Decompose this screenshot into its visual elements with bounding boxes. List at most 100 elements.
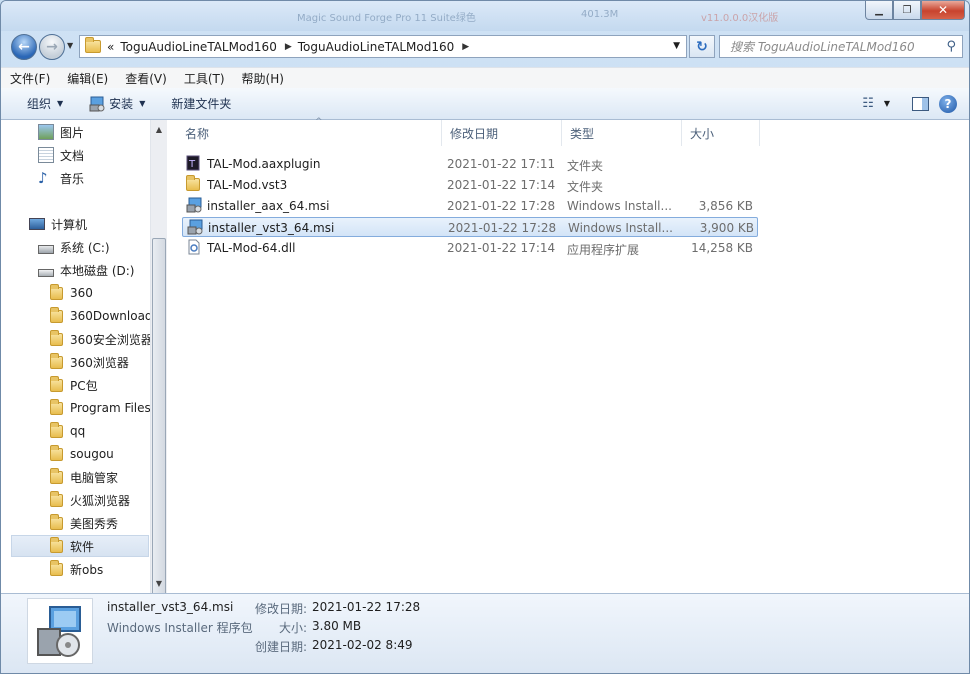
menu-help[interactable]: 帮助(H) <box>233 70 292 87</box>
file-date: 2021-01-22 17:11 <box>447 157 556 171</box>
preview-pane-icon[interactable] <box>912 96 929 111</box>
recent-pages-dropdown[interactable]: ▼ <box>67 41 73 50</box>
organize-label: 组织 <box>27 97 52 111</box>
nav-folder-item[interactable]: 电脑管家 <box>50 466 118 488</box>
nav-item-label: 计算机 <box>51 217 88 232</box>
column-header-type[interactable]: 类型 <box>562 120 682 146</box>
view-controls: ☷ ▼ ? <box>862 88 969 119</box>
nav-item-label: 系统 (C:) <box>60 240 110 255</box>
nav-item-drive-d[interactable]: 本地磁盘 (D:) <box>38 259 134 281</box>
new-folder-button[interactable]: 新建文件夹 <box>171 95 231 112</box>
nav-folder-item-selected[interactable]: 软件 <box>11 535 149 557</box>
nav-folder-item[interactable]: Program Files <box>50 397 151 419</box>
nav-item-drive-c[interactable]: 系统 (C:) <box>38 236 110 258</box>
nav-folder-item[interactable]: qq <box>50 420 85 442</box>
nav-item-computer[interactable]: 计算机 <box>29 213 87 235</box>
column-header-size[interactable]: 大小 <box>682 120 760 146</box>
folder-icon <box>50 306 63 323</box>
file-size: 14,258 KB <box>691 241 753 255</box>
menu-file[interactable]: 文件(F) <box>1 70 58 87</box>
nav-folder-item[interactable]: 360安全浏览器 <box>50 328 153 350</box>
file-row[interactable]: TAL-Mod-64.dll 2021-01-22 17:14 应用程序扩展 1… <box>182 238 758 258</box>
nav-folder-item[interactable]: 新obs <box>50 558 103 580</box>
scroll-down-icon[interactable]: ▼ <box>151 575 167 592</box>
folder-icon <box>50 421 63 438</box>
breadcrumb-current[interactable]: ToguAudioLineTALMod160 <box>298 40 454 54</box>
menu-edit[interactable]: 编辑(E) <box>58 70 116 87</box>
file-row[interactable]: installer_aax_64.msi 2021-01-22 17:28 Wi… <box>182 196 758 216</box>
minimize-button[interactable]: ▁ <box>865 1 893 20</box>
file-type: 文件夹 <box>567 159 604 173</box>
nav-item-pictures[interactable]: 图片 <box>38 121 84 143</box>
nav-folder-item[interactable]: 360 <box>50 282 93 304</box>
plugin-folder-icon: T <box>186 155 200 171</box>
maximize-button[interactable]: ❐ <box>893 1 921 20</box>
column-header-date[interactable]: 修改日期 <box>442 120 562 146</box>
address-bar[interactable]: « ToguAudioLineTALMod160 ▶ ToguAudioLine… <box>79 35 687 58</box>
details-pane: installer_vst3_64.msi Windows Installer … <box>1 593 969 673</box>
minimize-icon: ▁ <box>875 4 883 16</box>
nav-item-label: 火狐浏览器 <box>70 493 131 508</box>
breadcrumb-separator-icon[interactable]: ▶ <box>285 42 292 52</box>
file-row-selected[interactable]: installer_vst3_64.msi 2021-01-22 17:28 W… <box>182 217 758 237</box>
scroll-up-icon[interactable]: ▲ <box>151 121 167 138</box>
file-date: 2021-01-22 17:14 <box>447 178 556 192</box>
search-input[interactable]: 搜索 ToguAudioLineTALMod160 ⚲ <box>719 35 963 58</box>
nav-folder-item[interactable]: 火狐浏览器 <box>50 489 130 511</box>
nav-item-label: 360Download <box>70 309 153 323</box>
file-name: TAL-Mod.aaxplugin <box>207 157 321 171</box>
install-button[interactable]: 安装 ▼ <box>89 95 145 112</box>
nav-folder-item[interactable]: 360浏览器 <box>50 351 129 373</box>
breadcrumb-parent[interactable]: ToguAudioLineTALMod160 <box>120 40 276 54</box>
address-dropdown-icon[interactable]: ▼ <box>673 41 680 51</box>
breadcrumb-separator-icon[interactable]: ▶ <box>462 42 469 52</box>
forward-arrow-icon: → <box>46 39 58 55</box>
navigation-scrollbar[interactable]: ▲ ▼ <box>150 120 167 622</box>
help-button[interactable]: ? <box>939 94 957 113</box>
forward-button[interactable]: → <box>39 34 65 60</box>
back-button[interactable]: ← <box>11 34 37 60</box>
back-arrow-icon: ← <box>18 39 30 55</box>
file-name: installer_aax_64.msi <box>207 199 330 213</box>
nav-item-label: 文档 <box>60 148 85 163</box>
view-mode-icon[interactable]: ☷ <box>862 96 874 111</box>
chevron-down-icon: ▼ <box>57 99 64 108</box>
refresh-button[interactable]: ↻ <box>689 35 715 58</box>
background-window-size: 401.3M <box>581 9 619 20</box>
organize-button[interactable]: 组织 ▼ <box>27 95 63 112</box>
nav-folder-item[interactable]: sougou <box>50 443 114 465</box>
file-name: installer_vst3_64.msi <box>208 221 335 235</box>
folder-icon <box>85 37 101 53</box>
scrollbar-thumb[interactable] <box>152 238 166 622</box>
breadcrumb-overflow[interactable]: « <box>107 40 114 54</box>
folder-icon <box>50 283 63 300</box>
file-thumbnail <box>27 598 93 664</box>
file-size: 3,900 KB <box>699 221 754 235</box>
nav-folder-item[interactable]: 美图秀秀 <box>50 512 118 534</box>
view-mode-dropdown-icon[interactable]: ▼ <box>884 99 890 108</box>
chevron-down-icon: ▼ <box>139 99 146 108</box>
file-row[interactable]: T TAL-Mod.aaxplugin 2021-01-22 17:11 文件夹 <box>182 154 758 174</box>
search-icon[interactable]: ⚲ <box>946 39 956 54</box>
menu-view[interactable]: 查看(V) <box>116 70 175 87</box>
file-date: 2021-01-22 17:14 <box>447 241 556 255</box>
dll-icon <box>188 239 200 255</box>
close-button[interactable]: ✕ <box>921 1 965 20</box>
folder-icon <box>50 536 63 553</box>
file-type: 应用程序扩展 <box>567 243 640 257</box>
menu-bar: 文件(F) 编辑(E) 查看(V) 工具(T) 帮助(H) <box>1 67 969 88</box>
nav-folder-item[interactable]: 360Download <box>50 305 153 327</box>
menu-tools[interactable]: 工具(T) <box>175 70 233 87</box>
nav-item-label: sougou <box>70 447 114 461</box>
nav-folder-item[interactable]: PC包 <box>50 374 98 396</box>
file-row[interactable]: TAL-Mod.vst3 2021-01-22 17:14 文件夹 <box>182 175 758 195</box>
column-header-name[interactable]: 名称 ^ <box>177 117 442 146</box>
window-controls: ▁ ❐ ✕ <box>865 1 965 20</box>
nav-item-music[interactable]: ♪ 音乐 <box>38 167 84 189</box>
title-bar: Magic Sound Forge Pro 11 Suite绿色 401.3M … <box>1 1 969 31</box>
command-toolbar: 组织 ▼ 安装 ▼ 新建文件夹 ☷ ▼ ? <box>1 88 969 120</box>
navigation-pane: 图片 文档 ♪ 音乐 计算机 系统 (C:) 本地磁盘 (D:) 360 360… <box>1 120 167 593</box>
folder-icon <box>50 398 63 415</box>
file-size: 3,856 KB <box>698 199 753 213</box>
nav-item-documents[interactable]: 文档 <box>38 144 84 166</box>
